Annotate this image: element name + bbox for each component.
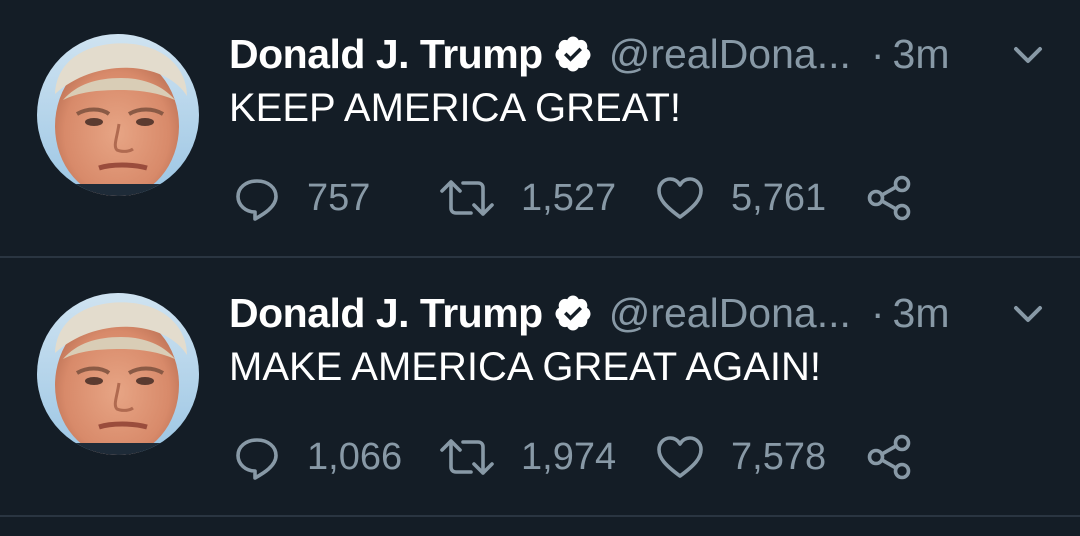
retweet-button[interactable]: 1,527 — [439, 170, 616, 226]
avatar-image — [37, 293, 199, 455]
like-button[interactable]: 7,578 — [655, 429, 826, 485]
tweet[interactable]: Donald J. Trump @realDona... · 3m MAKE A… — [0, 259, 1080, 517]
separator-dot: · — [870, 289, 885, 336]
like-icon — [655, 433, 705, 481]
avatar[interactable] — [37, 293, 199, 455]
reply-icon — [233, 433, 281, 481]
like-button[interactable]: 5,761 — [655, 170, 826, 226]
retweet-count: 1,974 — [521, 435, 617, 478]
share-button[interactable] — [865, 429, 913, 485]
like-count: 5,761 — [731, 176, 827, 219]
tweet-text: MAKE AMERICA GREAT AGAIN! — [229, 345, 822, 389]
retweet-icon — [439, 433, 495, 481]
chevron-down-icon[interactable] — [1010, 40, 1046, 70]
share-icon — [865, 174, 913, 222]
separator-dot: · — [870, 30, 885, 77]
tweet-header: Donald J. Trump @realDona... · 3m — [229, 289, 950, 337]
share-button[interactable] — [865, 170, 913, 226]
tweet-header: Donald J. Trump @realDona... · 3m — [229, 30, 950, 78]
retweet-icon — [439, 174, 495, 222]
share-icon — [865, 433, 913, 481]
tweet-text: KEEP AMERICA GREAT! — [229, 86, 681, 130]
avatar[interactable] — [37, 34, 199, 196]
handle[interactable]: @realDona... — [609, 31, 851, 78]
timestamp[interactable]: 3m — [893, 290, 950, 337]
chevron-down-icon[interactable] — [1010, 299, 1046, 329]
handle[interactable]: @realDona... — [609, 290, 851, 337]
reply-count: 757 — [307, 176, 371, 219]
display-name[interactable]: Donald J. Trump — [229, 31, 543, 78]
tweet-actions: 757 1,527 5,761 — [233, 170, 993, 226]
like-count: 7,578 — [731, 435, 827, 478]
reply-button[interactable]: 757 — [233, 170, 370, 226]
timestamp[interactable]: 3m — [893, 31, 950, 78]
reply-count: 1,066 — [307, 435, 403, 478]
tweet-actions: 1,066 1,974 7,578 — [233, 429, 993, 485]
tweet[interactable]: Donald J. Trump @realDona... · 3m KEEP A… — [0, 0, 1080, 258]
verified-icon — [553, 34, 593, 74]
reply-icon — [233, 174, 281, 222]
verified-icon — [553, 293, 593, 333]
retweet-count: 1,527 — [521, 176, 617, 219]
avatar-image — [37, 34, 199, 196]
retweet-button[interactable]: 1,974 — [439, 429, 616, 485]
like-icon — [655, 174, 705, 222]
reply-button[interactable]: 1,066 — [233, 429, 402, 485]
display-name[interactable]: Donald J. Trump — [229, 290, 543, 337]
